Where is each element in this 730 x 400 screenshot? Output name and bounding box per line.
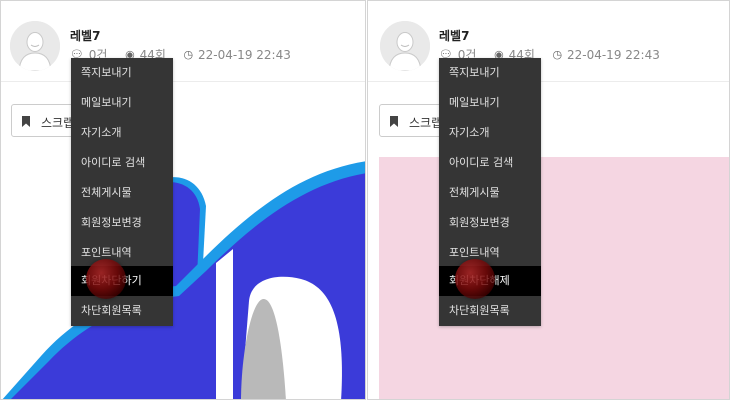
bookmark-icon <box>22 116 30 127</box>
member-context-menu: 쪽지보내기 메일보내기 자기소개 아이디로 검색 전체게시물 회원정보변경 포인… <box>71 58 173 326</box>
post-datetime: 22-04-19 22:43 <box>197 47 291 62</box>
menu-item-all-posts[interactable]: 전체게시물 <box>439 178 541 208</box>
avatar[interactable] <box>10 21 60 71</box>
post-panel-right: 레벨7 💬︎ 0건 ◉ 44회 ◷ 22-04-19 22:43 스크랩 쪽지보… <box>367 0 730 400</box>
avatar[interactable] <box>380 21 430 71</box>
default-avatar-icon <box>380 21 430 71</box>
menu-item-edit-member-info[interactable]: 회원정보변경 <box>71 208 173 238</box>
menu-item-profile[interactable]: 자기소개 <box>439 118 541 148</box>
divider <box>1 81 365 82</box>
author-nickname[interactable]: 레벨7 <box>70 27 100 44</box>
member-context-menu: 쪽지보내기 메일보내기 자기소개 아이디로 검색 전체게시물 회원정보변경 포인… <box>439 58 541 326</box>
menu-item-search-by-id[interactable]: 아이디로 검색 <box>71 148 173 178</box>
scrap-label: 스크랩 <box>409 116 443 130</box>
author-nickname[interactable]: 레벨7 <box>439 27 469 44</box>
menu-item-send-message[interactable]: 쪽지보내기 <box>71 58 173 88</box>
menu-item-profile[interactable]: 자기소개 <box>71 118 173 148</box>
menu-item-point-history[interactable]: 포인트내역 <box>71 238 173 268</box>
default-avatar-icon <box>10 21 60 71</box>
divider <box>368 81 729 82</box>
post-image-placeholder <box>379 157 729 399</box>
menu-item-edit-member-info[interactable]: 회원정보변경 <box>439 208 541 238</box>
menu-item-unblock-member[interactable]: 회원차단해제 <box>439 266 541 296</box>
post-panel-left: 레벨7 💬︎ 0건 ◉ 44회 ◷ 22-04-19 22:43 스크랩 쪽지보… <box>0 0 366 400</box>
menu-item-search-by-id[interactable]: 아이디로 검색 <box>439 148 541 178</box>
post-image <box>2 161 365 399</box>
menu-item-all-posts[interactable]: 전체게시물 <box>71 178 173 208</box>
clock-icon: ◷ <box>183 48 194 61</box>
menu-item-block-member[interactable]: 회원차단하기 <box>71 266 173 296</box>
clock-icon: ◷ <box>552 48 563 61</box>
scrap-label: 스크랩 <box>41 116 75 130</box>
menu-item-blocked-list[interactable]: 차단회원목록 <box>71 296 173 326</box>
menu-item-send-mail[interactable]: 메일보내기 <box>71 88 173 118</box>
menu-item-blocked-list[interactable]: 차단회원목록 <box>439 296 541 326</box>
post-datetime: 22-04-19 22:43 <box>566 47 660 62</box>
menu-item-point-history[interactable]: 포인트내역 <box>439 238 541 268</box>
bookmark-icon <box>390 116 398 127</box>
menu-item-send-mail[interactable]: 메일보내기 <box>439 88 541 118</box>
menu-item-send-message[interactable]: 쪽지보내기 <box>439 58 541 88</box>
